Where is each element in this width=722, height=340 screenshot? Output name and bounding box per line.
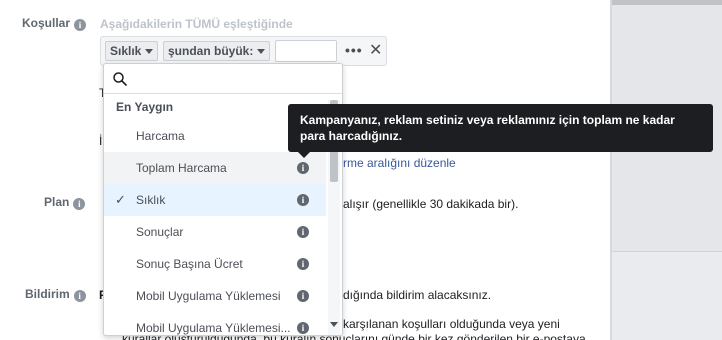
search-icon (113, 72, 127, 86)
dropdown-item-sonuclar[interactable]: Sonuçlar i (104, 216, 326, 248)
dropdown-item-label: Sıklık (136, 193, 166, 207)
checkmark-icon: ✓ (115, 192, 126, 207)
dropdown-item-label: Sonuçlar (136, 225, 184, 239)
condition-filter-row: Sıklık şundan büyük: ••• ✕ (100, 36, 387, 66)
edit-range-link[interactable]: rme aralığını düzenle (343, 156, 456, 170)
info-icon[interactable]: i (73, 198, 86, 210)
tooltip-line1: Kampanyanız, reklam setiniz veya reklamı… (300, 113, 675, 127)
metric-selector-label: Sıklık (110, 44, 142, 58)
chevron-down-icon (257, 49, 266, 54)
tooltip-arrow (298, 152, 310, 158)
side-panel-background (610, 0, 722, 340)
operator-selector[interactable]: şundan büyük: (163, 41, 271, 61)
scroll-down-icon[interactable] (330, 322, 338, 327)
dropdown-item-mobil-uygulama-yuklemesi-2[interactable]: Mobil Uygulama Yüklemesi... i (104, 312, 326, 335)
info-icon[interactable]: i (73, 290, 86, 302)
side-panel-divider (610, 0, 612, 340)
plan-description: alışır (genellikle 30 dakikada bir). (343, 197, 519, 211)
more-icon[interactable]: ••• (345, 42, 363, 58)
plan-label-text: Plan (44, 195, 70, 209)
dropdown-item-mobil-uygulama-yuklemesi[interactable]: Mobil Uygulama Yüklemesi i (104, 280, 326, 312)
tooltip-line2: para harcadığınız. (300, 129, 403, 143)
side-panel-topline (610, 0, 722, 5)
dropdown-item-sonuc-basina-ucret[interactable]: Sonuç Başına Ücret i (104, 248, 326, 280)
dropdown-search[interactable] (104, 64, 342, 94)
plan-label: Plan i (44, 195, 86, 210)
dropdown-item-label: Mobil Uygulama Yüklemesi... (136, 321, 291, 335)
info-icon[interactable]: i (297, 162, 309, 174)
dropdown-item-label: Mobil Uygulama Yüklemesi (136, 289, 281, 303)
value-input[interactable] (275, 40, 337, 62)
metric-selector[interactable]: Sıklık (105, 41, 159, 61)
dropdown-section-title: En Yaygın (116, 100, 174, 114)
info-icon[interactable]: i (74, 19, 87, 31)
info-icon[interactable]: i (297, 322, 309, 334)
conditions-hint: Aşağıdakilerin TÜMÜ eşleştiğinde (100, 17, 293, 31)
operator-selector-label: şundan büyük: (168, 44, 254, 58)
dropdown-item-label: Toplam Harcama (136, 161, 227, 175)
conditions-label: Koşullar i (22, 16, 87, 31)
info-icon[interactable]: i (297, 258, 309, 270)
close-icon[interactable]: ✕ (369, 40, 382, 60)
email-description-line1: karşılanan koşulları olduğunda veya yeni (343, 317, 560, 331)
notification-label-text: Bildirim (25, 287, 70, 301)
dropdown-item-toplam-harcama[interactable]: Toplam Harcama i (104, 152, 326, 184)
dropdown-item-siklik[interactable]: ✓ Sıklık i (104, 184, 326, 216)
conditions-label-text: Koşullar (22, 16, 71, 30)
dropdown-item-label: Sonuç Başına Ücret (136, 257, 243, 271)
info-icon[interactable]: i (297, 290, 309, 302)
chevron-down-icon (145, 49, 154, 54)
bg-fragment-i: İ (99, 134, 103, 148)
info-icon[interactable]: i (297, 226, 309, 238)
notification-label: Bildirim i (25, 287, 86, 302)
metric-tooltip: Kampanyanız, reklam setiniz veya reklamı… (288, 104, 713, 152)
info-icon[interactable]: i (297, 194, 309, 206)
dropdown-item-label: Harcama (136, 129, 185, 143)
notification-description: dığında bildirim alacaksınız. (343, 288, 492, 302)
